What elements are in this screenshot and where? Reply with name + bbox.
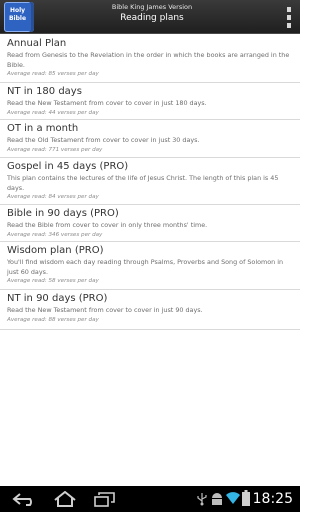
page-title: Reading plans — [120, 13, 184, 23]
wifi-icon — [226, 492, 240, 504]
list-item-gospel-45[interactable]: Gospel in 45 days (PRO) This plan contai… — [0, 158, 300, 205]
list-item-annual-plan[interactable]: Annual Plan Read from Genesis to the Rev… — [0, 35, 300, 83]
plan-name: NT in 180 days — [7, 86, 82, 97]
bible-app-icon[interactable]: Holy Bible — [4, 2, 34, 32]
plan-description: Read the Bible from cover to cover in on… — [7, 221, 208, 229]
list-item-wisdom-plan[interactable]: Wisdom plan (PRO) You'll find wisdom eac… — [0, 242, 300, 290]
overflow-dot-icon — [287, 22, 291, 28]
usb-icon — [197, 493, 207, 506]
list-item-bible-90[interactable]: Bible in 90 days (PRO) Read the Bible fr… — [0, 205, 300, 242]
plan-description: Read the New Testament from cover to cov… — [7, 306, 203, 314]
plan-name: Gospel in 45 days (PRO) — [7, 161, 129, 172]
plan-name: Bible in 90 days (PRO) — [7, 208, 119, 219]
plan-name: Wisdom plan (PRO) — [7, 245, 104, 256]
plan-average: Average read: 84 verses per day — [7, 194, 99, 201]
reading-plans-list: Annual Plan Read from Genesis to the Rev… — [0, 35, 300, 330]
clock: 18:25 — [252, 491, 293, 507]
overflow-menu-button[interactable] — [278, 0, 300, 34]
system-navigation-bar: 18:25 — [0, 486, 300, 512]
plan-average: Average read: 771 verses per day — [7, 146, 103, 153]
plan-average: Average read: 346 verses per day — [7, 231, 103, 238]
plan-average: Average read: 58 verses per day — [7, 278, 99, 285]
plan-description: This plan contains the lectures of the l… — [7, 174, 279, 192]
plan-average: Average read: 44 verses per day — [7, 109, 99, 116]
plan-description: Read the Old Testament from cover to cov… — [7, 136, 200, 144]
android-debug-icon — [212, 493, 222, 505]
plan-average: Average read: 85 verses per day — [7, 71, 99, 78]
plan-average: Average read: 88 verses per day — [7, 316, 99, 323]
app-subtitle: Bible King James Version — [111, 3, 193, 11]
app-icon-text-line-2: Bible — [8, 15, 27, 22]
action-bar-titles: Bible King James Version Reading plans — [34, 3, 270, 25]
list-item-nt-90[interactable]: NT in 90 days (PRO) Read the New Testame… — [0, 290, 300, 330]
plan-name: OT in a month — [7, 123, 79, 134]
app-icon-text-line-1: Holy — [9, 7, 26, 14]
plan-description: Read the New Testament from cover to cov… — [7, 99, 207, 107]
list-item-ot-month[interactable]: OT in a month Read the Old Testament fro… — [0, 120, 300, 158]
recent-apps-icon[interactable] — [94, 491, 116, 507]
list-item-nt-180[interactable]: NT in 180 days Read the New Testament fr… — [0, 83, 300, 120]
plan-name: NT in 90 days (PRO) — [7, 293, 108, 304]
overflow-dot-icon — [287, 6, 291, 12]
action-bar: Holy Bible Bible King James Version Read… — [0, 0, 300, 34]
plan-description: You'll find wisdom each day reading thro… — [7, 258, 284, 276]
home-icon[interactable] — [53, 491, 77, 507]
battery-icon — [242, 490, 250, 506]
plan-description: Read from Genesis to the Revelation in t… — [7, 51, 290, 69]
back-icon[interactable] — [12, 492, 38, 506]
plan-name: Annual Plan — [7, 38, 67, 49]
overflow-dot-icon — [287, 14, 291, 20]
